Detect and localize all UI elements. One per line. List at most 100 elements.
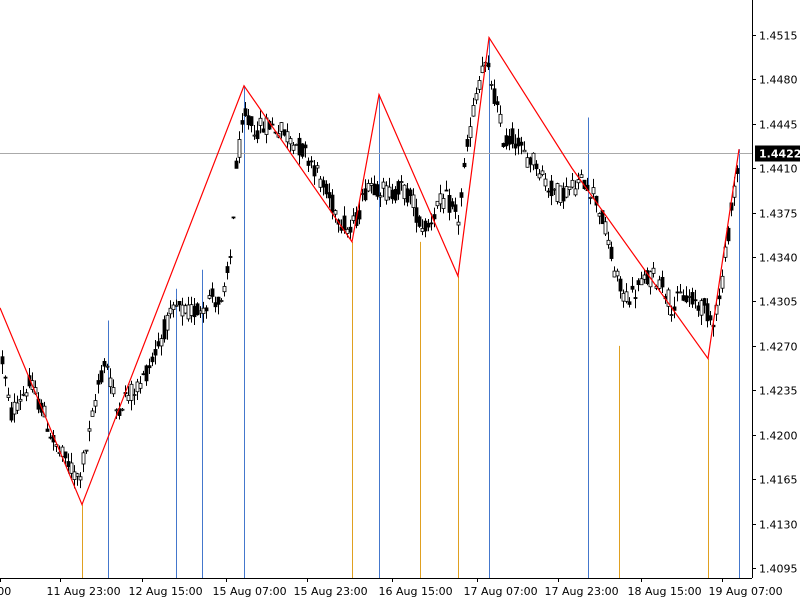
y-tick-label: 1.4095 (759, 563, 798, 576)
candle-bear (357, 210, 362, 220)
candle-bull (570, 179, 575, 188)
candle-bear (348, 226, 353, 233)
candle-bear (504, 135, 509, 147)
candle-bull (402, 184, 407, 200)
candle-bull (576, 179, 581, 184)
candle-bull (687, 296, 692, 298)
candle-bear (147, 365, 152, 369)
candle-bear (681, 295, 686, 301)
y-tick-label: 1.4480 (759, 74, 798, 87)
candle-bull (552, 188, 557, 191)
candle-bear (246, 115, 251, 126)
candle-bull (639, 278, 644, 286)
candle-bull (567, 186, 572, 190)
zigzag-line (0, 35, 740, 507)
candle-bear (306, 160, 311, 166)
candle-bear (240, 120, 245, 125)
candle-bear (492, 88, 497, 104)
candle-bear (210, 288, 215, 297)
candle-bull (12, 401, 17, 415)
y-tick-label: 1.4410 (759, 163, 798, 176)
candle-bull (468, 126, 473, 138)
candle-bull (621, 292, 626, 302)
candle-bear (510, 128, 515, 144)
price-chart: 1.4095 1.4130 1.4165 1.4200 1.4235 1.4270 1.43… (0, 0, 800, 598)
candle-bull (237, 139, 242, 158)
candle-bear (465, 139, 470, 147)
x-tick-label: 18 Aug 15:00 (628, 585, 702, 598)
candle-bear (324, 183, 329, 195)
candle-bear (393, 188, 398, 201)
candle-bear (513, 143, 518, 149)
candle-bull (174, 304, 179, 307)
candle-bull (126, 395, 131, 401)
candle-bull (456, 221, 461, 226)
candle-bear (303, 144, 308, 149)
y-tick-label: 1.4165 (759, 474, 798, 487)
candle-bear (300, 143, 305, 157)
candle-bull (531, 152, 536, 166)
candle-bull (543, 178, 548, 187)
y-tick-label: 1.4200 (759, 430, 798, 443)
x-tick-label: 19 Aug 07:00 (709, 585, 783, 598)
candle-bear (534, 163, 539, 170)
candle-bull (555, 183, 560, 202)
candle-bull (378, 195, 383, 198)
candle-bull (15, 402, 20, 411)
candle-bull (189, 304, 194, 316)
y-tick-label: 1.4340 (759, 252, 798, 265)
candle-bear (708, 315, 713, 321)
candle-bear (261, 128, 266, 133)
candle-bull (183, 305, 188, 314)
candle-bear (144, 365, 149, 382)
candle-bear (549, 180, 554, 197)
candle-bear (405, 188, 410, 203)
candle-bear (426, 223, 431, 228)
candle-bull (288, 138, 293, 145)
candle-bull (72, 471, 77, 480)
candle-bull (129, 383, 134, 401)
candle-bull (111, 387, 116, 395)
candle-bear (249, 116, 254, 127)
candle-bull (318, 178, 323, 188)
candle-bull (699, 300, 704, 316)
candle-bear (495, 101, 500, 106)
candle-bear (66, 461, 71, 467)
candle-bear (99, 370, 104, 383)
candle-bull (222, 286, 227, 293)
candle-bear (282, 129, 287, 136)
candle-bear (414, 207, 419, 223)
candle-bear (618, 278, 623, 292)
candle-bear (312, 165, 317, 177)
candle-bear (213, 302, 218, 308)
candle-bull (720, 275, 725, 289)
candle-bear (429, 222, 434, 225)
candle-bull (105, 365, 110, 368)
candle-bear (192, 306, 197, 318)
candle-bull (438, 193, 443, 205)
candle-bull (18, 398, 23, 402)
candle-bull (471, 105, 476, 117)
candle-bull (258, 117, 263, 126)
candle-bull (81, 452, 86, 465)
candle-bear (447, 195, 452, 213)
candle-bull (333, 210, 338, 215)
candle-bull (120, 408, 125, 411)
candle-bear (693, 299, 698, 302)
candle-bear (3, 376, 8, 379)
candle-bear (342, 215, 347, 231)
candle-bull (159, 338, 164, 347)
y-tick-label: 1.4270 (759, 341, 798, 354)
candle-bear (48, 436, 53, 439)
candle-bear (717, 295, 722, 300)
candle-bear (297, 137, 302, 156)
candle-bear (375, 184, 380, 197)
candle-bull (384, 185, 389, 201)
candle-bear (561, 188, 566, 202)
candle-bull (558, 185, 563, 203)
candle-bull (201, 307, 206, 314)
candle-bull (351, 215, 356, 221)
candle-bear (234, 160, 239, 169)
candle-bull (252, 134, 257, 137)
candle-bear (204, 307, 209, 312)
